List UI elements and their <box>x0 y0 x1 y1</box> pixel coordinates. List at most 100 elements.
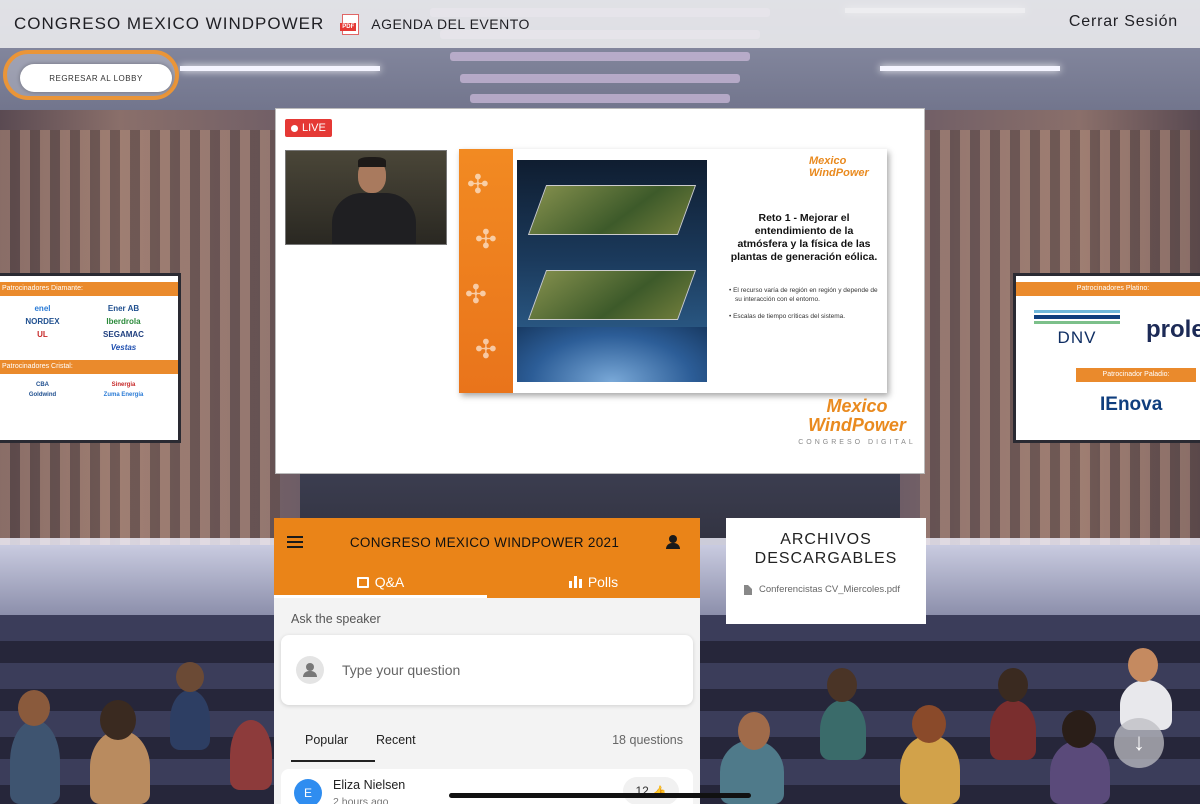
audience-member <box>18 690 50 726</box>
audience-member <box>1050 740 1110 804</box>
slide-bullet: • Escalas de tiempo críticas del sistema… <box>729 313 846 321</box>
question-input[interactable] <box>342 662 642 678</box>
file-icon <box>744 584 752 595</box>
earth-image <box>517 327 707 382</box>
question-author: Eliza Nielsen <box>333 778 406 792</box>
sponsor-logo: Zuma Energía <box>103 392 144 398</box>
user-avatar-icon <box>296 656 324 684</box>
sponsor-logo: Vestas <box>110 343 137 352</box>
back-to-lobby-button[interactable]: REGRESAR AL LOBBY <box>20 64 172 92</box>
speaker-hair <box>358 157 386 167</box>
sponsor-logo <box>6 343 79 352</box>
turbine-icon: ✣ <box>467 169 489 199</box>
home-indicator <box>449 793 751 798</box>
sponsor-logo: Iberdrola <box>106 317 141 326</box>
slide-orange-bar: ✣ ✣ ✣ ✣ <box>459 149 513 393</box>
logout-link[interactable]: Cerrar Sesión <box>1069 13 1178 31</box>
ceiling-panel <box>450 52 750 61</box>
audience-member <box>827 668 857 702</box>
audience-member <box>1128 648 1158 682</box>
qa-header: CONGRESO MEXICO WINDPOWER 2021 <box>274 518 700 566</box>
audience-member <box>10 720 60 804</box>
poll-chart-icon <box>568 576 582 588</box>
dnv-logo-bars <box>1034 310 1120 324</box>
question-time: 2 hours ago <box>333 796 389 804</box>
event-logo-name: Mexico WindPower <box>808 396 906 435</box>
crystal-sponsor-logos: CBA Sinergia Goldwind Zuma Energía <box>0 374 178 406</box>
audience-member <box>170 690 210 750</box>
audience-member <box>100 700 136 740</box>
top-bar: CONGRESO MEXICO WINDPOWER PDF AGENDA DEL… <box>0 0 1200 48</box>
like-button[interactable]: 12 👍 <box>623 777 679 804</box>
live-badge: LIVE <box>285 119 332 137</box>
chat-icon <box>356 576 369 588</box>
ceiling-panel <box>470 94 730 103</box>
tab-polls[interactable]: Polls <box>487 566 700 598</box>
turbine-icon: ✣ <box>475 334 497 364</box>
audience-member <box>820 700 866 760</box>
speaker-webcam <box>285 150 447 245</box>
diamond-sponsor-logos: enel Ener AB NORDEX Iberdrola UL SEGAMAC… <box>0 296 178 360</box>
sponsor-logo: Ener AB <box>107 304 140 313</box>
slide-title: Reto 1 - Mejorar el entendimiento de la … <box>730 212 878 264</box>
ceiling-light <box>180 66 380 71</box>
presentation-screen[interactable]: LIVE ✣ ✣ ✣ ✣ Mexico WindPower Reto 1 - M… <box>275 108 925 474</box>
sponsor-logo: enel <box>34 304 51 313</box>
crystal-sponsors-label: Patrocinadores Cristal: <box>0 360 178 374</box>
audience-member <box>90 730 150 804</box>
audience-member <box>1062 710 1096 748</box>
sponsor-logo: UL <box>37 330 48 339</box>
ienova-logo: IEnova <box>1100 394 1163 415</box>
atmosphere-diagram <box>517 160 707 382</box>
prolec-logo: prolec <box>1146 316 1200 343</box>
pdf-icon[interactable]: PDF <box>340 13 360 35</box>
qa-panel: CONGRESO MEXICO WINDPOWER 2021 Q&A Polls… <box>274 518 700 804</box>
question-compose-box[interactable] <box>281 635 693 705</box>
sort-recent-tab[interactable]: Recent <box>376 733 416 747</box>
audience-member <box>912 705 946 743</box>
user-account-icon[interactable] <box>666 535 680 549</box>
event-logo: Mexico WindPower CONGRESO DIGITAL <box>792 397 922 446</box>
terrain-block <box>527 185 697 235</box>
sponsor-logo: SEGAMAC <box>103 330 144 339</box>
presentation-slide: ✣ ✣ ✣ ✣ Mexico WindPower Reto 1 - Mejora… <box>459 149 887 393</box>
tab-polls-label: Polls <box>587 574 619 590</box>
terrain-block <box>527 270 697 320</box>
tab-qa[interactable]: Q&A <box>274 566 487 598</box>
speaker-body <box>332 193 416 244</box>
sponsor-logo: Goldwind <box>28 392 57 398</box>
scroll-down-button[interactable]: ↓ <box>1114 718 1164 768</box>
audience-member <box>230 720 272 790</box>
turbine-icon: ✣ <box>475 224 497 254</box>
slide-bullets: • El recurso varía de región en región y… <box>729 286 879 329</box>
sort-popular-tab[interactable]: Popular <box>290 733 376 762</box>
diamond-sponsors-label: Patrocinadores Diamante: <box>0 282 178 296</box>
palladium-sponsor-label: Patrocinador Paladio: <box>1076 368 1196 382</box>
slide-bullet: • El recurso varía de región en región y… <box>729 287 878 304</box>
live-dot-icon <box>291 124 298 132</box>
pdf-badge: PDF <box>340 22 357 31</box>
sponsor-logo: Sinergia <box>111 382 136 388</box>
sponsor-logo: CBA <box>36 382 49 388</box>
audience-member <box>176 662 204 692</box>
downloads-title: ARCHIVOS DESCARGABLES <box>754 531 898 568</box>
platinum-sponsors-label: Patrocinadores Platino: <box>1016 282 1200 296</box>
slide-logo: Mexico WindPower <box>809 155 869 180</box>
audience-member <box>738 712 770 750</box>
ceiling-panel <box>460 74 740 83</box>
tab-qa-label: Q&A <box>374 574 405 590</box>
sponsor-board-left: Patrocinadores Diamante: enel Ener AB NO… <box>0 276 178 440</box>
question-item[interactable]: E Eliza Nielsen 2 hours ago 12 👍 <box>281 769 693 804</box>
ceiling-light <box>880 66 1060 71</box>
event-brand: CONGRESO MEXICO WINDPOWER <box>14 14 325 33</box>
question-sort-bar: Popular Recent 18 questions <box>274 717 700 762</box>
question-count: 18 questions <box>612 733 683 747</box>
qa-tabs: Q&A Polls <box>274 566 700 598</box>
download-file-link[interactable]: Conferencistas CV_Miercoles.pdf <box>744 584 926 595</box>
dnv-logo: DNV <box>1034 310 1120 348</box>
ask-speaker-label: Ask the speaker <box>291 612 381 626</box>
agenda-link[interactable]: AGENDA DEL EVENTO <box>371 16 530 32</box>
live-label: LIVE <box>302 122 326 134</box>
menu-icon[interactable] <box>287 536 303 548</box>
qa-header-title: CONGRESO MEXICO WINDPOWER 2021 <box>349 534 620 550</box>
